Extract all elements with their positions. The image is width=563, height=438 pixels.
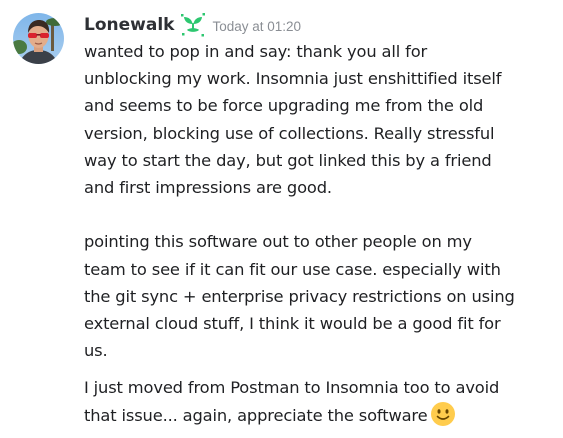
message-line: us.: [84, 341, 108, 361]
slightly-smiling-face-emoji-icon[interactable]: [430, 401, 456, 427]
message-paragraph: pointing this software out to other peop…: [84, 228, 556, 364]
message-line: the git sync + enterprise privacy restri…: [84, 286, 515, 306]
message-body: wanted to pop in and say: thank you all …: [84, 38, 556, 364]
sprout-badge-icon[interactable]: [180, 12, 206, 38]
username[interactable]: Lonewalk: [84, 15, 174, 35]
message-group: Lonewalk Today at 01:20 wanted to pop in…: [0, 0, 563, 438]
message-line: and seems to be force upgrading me from …: [84, 96, 484, 116]
message-line: wanted to pop in and say: thank you all …: [84, 42, 428, 61]
message-line: way to start the day, but got linked thi…: [84, 150, 492, 170]
message-line: unblocking my work. Insomnia just enshit…: [84, 69, 502, 89]
message-body: I just moved from Postman to Insomnia to…: [84, 374, 556, 429]
message-line: external cloud stuff, I think it would b…: [84, 314, 501, 334]
message-paragraph: wanted to pop in and say: thank you all …: [84, 38, 556, 201]
avatar-photo: [13, 13, 64, 64]
message-line: I just moved from Postman to Insomnia to…: [84, 378, 500, 397]
message-header: Lonewalk Today at 01:20: [84, 12, 301, 38]
message-line: pointing this software out to other peop…: [84, 232, 472, 252]
user-avatar[interactable]: [13, 13, 64, 64]
message-line: and first impressions are good.: [84, 178, 332, 198]
message-line: that issue... again, appreciate the soft…: [84, 406, 428, 426]
message-line: team to see if it can fit our use case. …: [84, 259, 501, 279]
message-line: version, blocking use of collections. Re…: [84, 123, 495, 143]
message-timestamp[interactable]: Today at 01:20: [212, 19, 301, 34]
message-paragraph: I just moved from Postman to Insomnia to…: [84, 374, 556, 429]
